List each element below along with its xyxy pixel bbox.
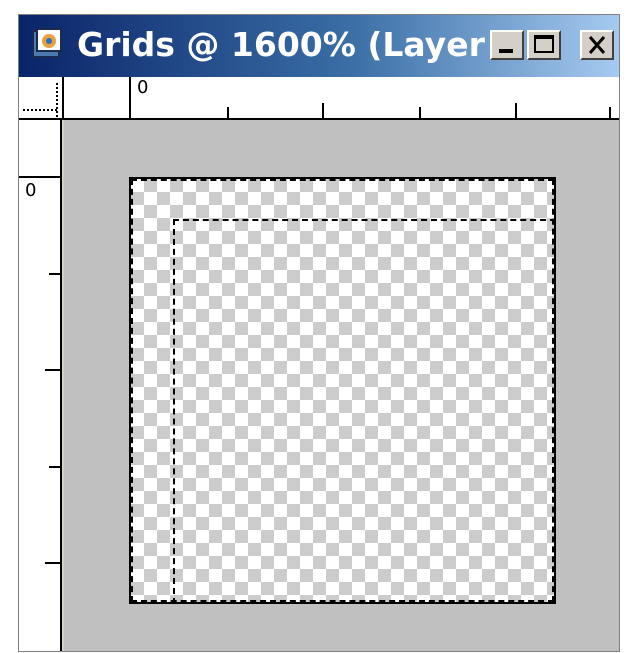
- selection-marquee-inner[interactable]: [173, 219, 556, 604]
- minimize-icon: [499, 49, 513, 53]
- ruler-origin-corner[interactable]: [19, 77, 64, 120]
- ruler-tick: [49, 273, 60, 275]
- vertical-ruler[interactable]: 0: [19, 120, 62, 651]
- ruler-tick: [45, 562, 60, 564]
- ruler-tick: [609, 107, 611, 118]
- horizontal-ruler[interactable]: 0: [19, 77, 619, 120]
- ruler-tick: [419, 107, 421, 118]
- ruler-tick: [227, 107, 229, 118]
- ruler-origin-icon: [23, 83, 58, 117]
- canvas-area[interactable]: [64, 120, 619, 651]
- title-bar[interactable]: Grids @ 1600% (Layer 1, ...: [19, 15, 619, 77]
- vertical-ruler-origin-label: 0: [25, 180, 37, 201]
- ruler-tick: [515, 103, 517, 118]
- ruler-tick: [19, 176, 60, 178]
- close-button[interactable]: [580, 30, 614, 60]
- document-window: Grids @ 1600% (Layer 1, ... 0: [18, 14, 620, 652]
- ruler-tick: [129, 77, 131, 118]
- maximize-icon: [534, 35, 554, 53]
- maximize-button[interactable]: [527, 30, 561, 60]
- photoshop-document-icon[interactable]: [31, 27, 65, 61]
- window-title: Grids @ 1600% (Layer 1, ...: [77, 25, 497, 64]
- transparent-document-canvas[interactable]: [129, 177, 556, 604]
- ruler-tick: [49, 466, 60, 468]
- ruler-tick: [322, 103, 324, 118]
- close-icon: [588, 36, 606, 54]
- horizontal-ruler-origin-label: 0: [137, 77, 149, 98]
- minimize-button[interactable]: [490, 30, 524, 60]
- ruler-tick: [45, 369, 60, 371]
